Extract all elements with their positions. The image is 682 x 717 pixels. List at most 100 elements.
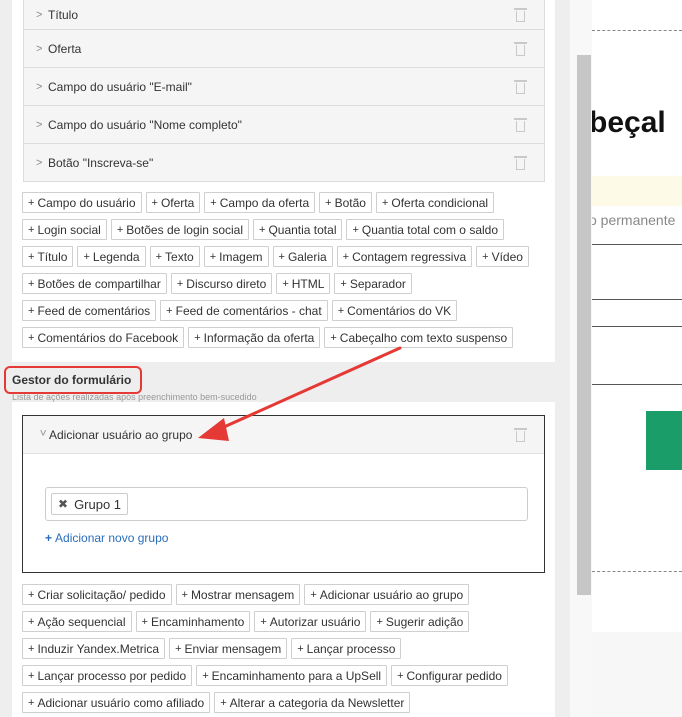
plus-icon: +: [381, 196, 389, 209]
add-action-button-label: Adicionar usuário como afiliado: [37, 695, 205, 710]
add-element-button[interactable]: + Cabeçalho com texto suspenso: [324, 327, 514, 348]
add-element-button[interactable]: + Feed de comentários: [22, 300, 157, 321]
add-action-button[interactable]: + Criar solicitação/ pedido: [22, 584, 172, 605]
preview-submit-button[interactable]: [646, 411, 682, 470]
plus-icon: +: [28, 277, 35, 290]
trash-icon[interactable]: [514, 7, 527, 22]
add-element-button[interactable]: + Legenda: [77, 246, 146, 267]
plus-icon: +: [28, 696, 35, 709]
element-item[interactable]: > Campo do usuário "Nome completo": [23, 106, 545, 144]
add-element-button[interactable]: + Botões de login social: [110, 219, 249, 240]
add-element-button-label: Botões de login social: [126, 222, 243, 237]
add-element-button[interactable]: + Contagem regressiva: [336, 246, 473, 267]
add-action-button[interactable]: + Autorizar usuário: [254, 611, 367, 632]
add-element-button[interactable]: + Campo da oferta: [204, 192, 316, 213]
add-action-button[interactable]: + Encaminhamento para a UpSell: [196, 665, 388, 686]
plus-icon: +: [220, 696, 227, 709]
trash-icon[interactable]: [514, 79, 527, 94]
add-action-button[interactable]: + Induzir Yandex.Metrica: [22, 638, 166, 659]
add-action-button[interactable]: + Mostrar mensagem: [175, 584, 301, 605]
plus-icon: +: [28, 588, 35, 601]
add-element-button[interactable]: + Botão: [319, 192, 372, 213]
add-element-button[interactable]: + Texto: [149, 246, 200, 267]
add-element-button[interactable]: + Comentários do Facebook: [22, 327, 185, 348]
element-item[interactable]: > Campo do usuário "E-mail": [23, 68, 545, 106]
add-action-button[interactable]: + Alterar a categoria da Newsletter: [214, 692, 411, 713]
add-element-button-label: Galeria: [287, 249, 327, 264]
group-chip: ✖ Grupo 1: [51, 493, 129, 515]
add-action-button[interactable]: + Encaminhamento: [135, 611, 251, 632]
notice-strip: [592, 176, 682, 206]
group-select[interactable]: ✖ Grupo 1: [45, 487, 528, 521]
add-element-button[interactable]: + Campo do usuário: [22, 192, 142, 213]
add-action-button-label: Lançar processo: [306, 641, 396, 656]
add-element-button-label: Imagem: [219, 249, 263, 264]
add-action-button[interactable]: + Lançar processo por pedido: [22, 665, 193, 686]
add-element-button[interactable]: + Discurso direto: [170, 273, 273, 294]
add-element-button-label: Feed de comentários: [37, 303, 151, 318]
action-header[interactable]: > Adicionar usuário ao grupo: [23, 416, 544, 454]
element-item-label: Botão "Inscreva-se": [48, 155, 154, 170]
add-group-link[interactable]: + Adicionar novo grupo: [45, 531, 168, 545]
scrollbar[interactable]: [577, 55, 591, 595]
add-element-button[interactable]: + Botões de compartilhar: [22, 273, 167, 294]
add-action-button-label: Enviar mensagem: [184, 641, 282, 656]
field-line: [592, 384, 682, 385]
add-action-button[interactable]: + Sugerir adição: [370, 611, 470, 632]
add-action-button[interactable]: + Ação sequencial: [22, 611, 132, 632]
add-action-button[interactable]: + Configurar pedido: [391, 665, 508, 686]
add-element-button[interactable]: + Comentários do VK: [331, 300, 458, 321]
trash-icon[interactable]: [514, 117, 527, 132]
add-element-button[interactable]: + Informação da oferta: [188, 327, 321, 348]
plus-icon: +: [83, 250, 90, 263]
add-element-button[interactable]: + Oferta condicional: [375, 192, 495, 213]
add-action-button[interactable]: + Adicionar usuário como afiliado: [22, 692, 211, 713]
element-item[interactable]: > Título: [23, 0, 545, 30]
chevron-right-icon: >: [36, 8, 43, 21]
plus-icon: +: [482, 250, 489, 263]
add-element-button[interactable]: + Login social: [22, 219, 107, 240]
add-element-button[interactable]: + Vídeo: [476, 246, 529, 267]
chevron-right-icon: >: [36, 118, 43, 131]
plus-icon: +: [342, 250, 350, 263]
plus-icon: +: [278, 250, 285, 263]
divider: [592, 30, 682, 31]
add-element-button[interactable]: + HTML: [276, 273, 331, 294]
add-element-button-label: Botões de compartilhar: [37, 276, 161, 291]
add-element-button[interactable]: + Título: [22, 246, 74, 267]
add-element-button-label: Feed de comentários - chat: [175, 303, 322, 318]
trash-icon[interactable]: [514, 41, 527, 56]
add-action-button-label: Lançar processo por pedido: [37, 668, 187, 683]
chevron-right-icon: >: [36, 80, 43, 93]
element-item[interactable]: > Botão "Inscreva-se": [23, 144, 545, 182]
form-manager-title-text: Gestor do formulário: [12, 373, 132, 387]
add-action-button-label: Ação sequencial: [37, 614, 126, 629]
add-action-button[interactable]: + Enviar mensagem: [169, 638, 288, 659]
add-element-button[interactable]: + Feed de comentários - chat: [160, 300, 328, 321]
add-action-button[interactable]: + Lançar processo: [291, 638, 402, 659]
elements-list: > Título > Oferta > Campo do usuário "E-mail"…: [23, 0, 545, 182]
add-element-button[interactable]: + Quantia total com o saldo: [346, 219, 504, 240]
chevron-right-icon: >: [36, 156, 43, 169]
add-action-button-label: Encaminhamento: [150, 614, 245, 629]
add-element-button[interactable]: + Oferta: [145, 192, 201, 213]
trash-icon[interactable]: [514, 427, 527, 442]
add-element-button-label: Discurso direto: [186, 276, 267, 291]
plus-icon: +: [209, 250, 217, 263]
add-action-button-label: Induzir Yandex.Metrica: [37, 641, 160, 656]
plus-icon: +: [45, 531, 53, 545]
add-element-button[interactable]: + Galeria: [272, 246, 333, 267]
element-item[interactable]: > Oferta: [23, 30, 545, 68]
add-element-button[interactable]: + Imagem: [203, 246, 269, 267]
add-element-button[interactable]: + Quantia total: [253, 219, 343, 240]
add-element-button-label: Contagem regressiva: [352, 249, 467, 264]
add-action-button[interactable]: + Adicionar usuário ao grupo: [304, 584, 470, 605]
preview-text: o permanente: [592, 212, 676, 228]
add-element-button[interactable]: + Separador: [334, 273, 412, 294]
preview-heading: beçal: [592, 106, 666, 139]
plus-icon: +: [181, 588, 188, 601]
plus-icon: +: [194, 331, 201, 344]
trash-icon[interactable]: [514, 155, 527, 170]
remove-icon[interactable]: ✖: [58, 497, 68, 511]
element-item-label: Campo do usuário "E-mail": [48, 79, 192, 94]
